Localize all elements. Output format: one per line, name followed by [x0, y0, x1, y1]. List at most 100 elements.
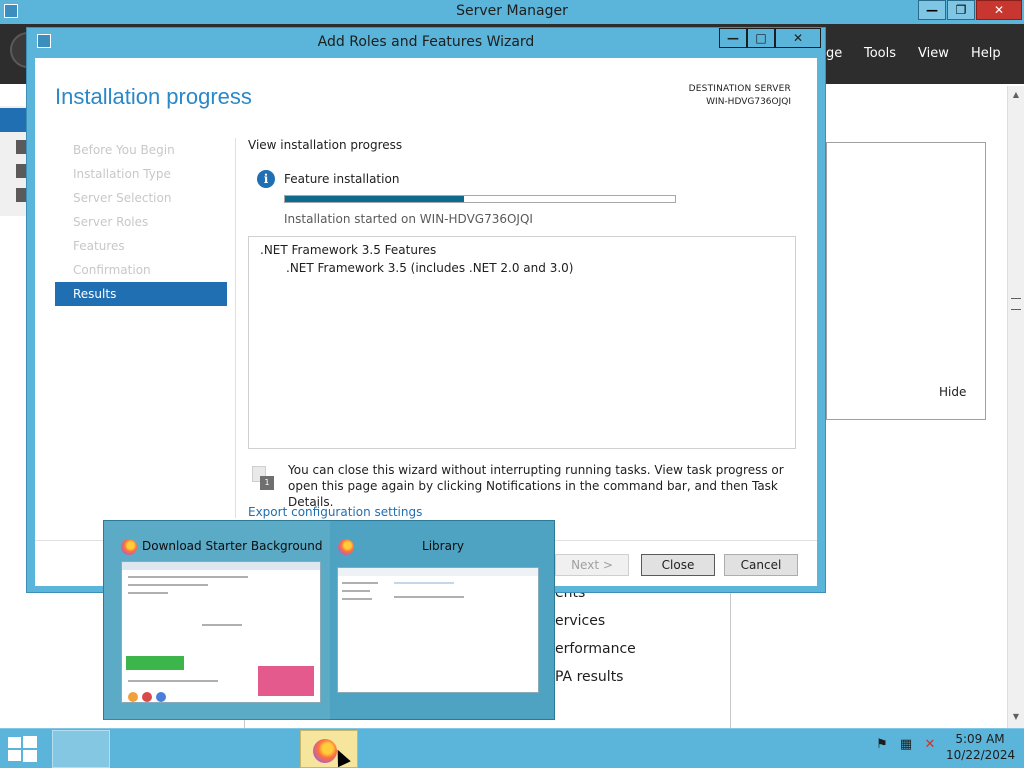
- add-roles-wizard-window: Add Roles and Features Wizard — □ ✕ Inst…: [26, 27, 826, 593]
- welcome-panel: Hide: [826, 142, 986, 420]
- file-services-nav-icon[interactable]: [16, 188, 26, 202]
- mini-line: [202, 624, 242, 626]
- next-button[interactable]: Next >: [555, 554, 629, 576]
- notification-flag-icon: 1: [252, 466, 274, 490]
- mini-line: [128, 680, 218, 682]
- windows-start-icon[interactable]: [8, 736, 38, 762]
- step-features: Features: [73, 239, 125, 253]
- wizard-titlebar[interactable]: Add Roles and Features Wizard — □ ✕: [27, 28, 825, 58]
- step-results[interactable]: Results: [55, 282, 227, 306]
- menu-manage[interactable]: ge: [826, 46, 842, 61]
- info-icon: i: [257, 170, 275, 188]
- step-installation-type: Installation Type: [73, 167, 171, 181]
- feature-installation-label: Feature installation: [284, 172, 400, 186]
- start-logo-pane: [23, 736, 37, 748]
- wizard-minimize-icon[interactable]: —: [719, 28, 747, 48]
- wizard-maximize-icon[interactable]: □: [747, 28, 775, 48]
- mini-circle: [156, 692, 166, 702]
- step-server-roles: Server Roles: [73, 215, 149, 229]
- menu-tools[interactable]: Tools: [864, 46, 896, 61]
- mini-tabbar: [122, 562, 320, 570]
- tile-item-performance[interactable]: erformance: [555, 641, 636, 657]
- start-logo-pane: [8, 750, 21, 761]
- server-manager-taskbar-icon[interactable]: [52, 730, 110, 768]
- restore-icon[interactable]: ❐: [947, 0, 975, 20]
- server-manager-scrollbar[interactable]: ▲ ▼: [1007, 86, 1024, 728]
- thumbnail-preview-image: [337, 567, 539, 693]
- installation-started-text: Installation started on WIN-HDVG736OJQI: [284, 212, 533, 226]
- mini-circle: [128, 692, 138, 702]
- server-manager-titlebar: Server Manager — ❐ ✕: [0, 0, 1024, 24]
- thumbnail-title: Download Starter Background C...: [142, 539, 324, 553]
- tile-item-bpa-results[interactable]: PA results: [555, 669, 623, 685]
- step-confirmation: Confirmation: [73, 263, 151, 277]
- server-manager-title: Server Manager: [456, 3, 568, 19]
- wizard-divider: [235, 138, 236, 518]
- clock-time[interactable]: 5:09 AM: [946, 732, 1014, 746]
- network-icon[interactable]: ▦: [898, 737, 914, 753]
- volume-muted-icon[interactable]: ✕: [922, 737, 938, 753]
- scroll-thumb[interactable]: [1011, 298, 1021, 310]
- mini-line: [394, 582, 454, 584]
- start-logo-pane: [23, 750, 37, 762]
- results-feature-child: .NET Framework 3.5 (includes .NET 2.0 an…: [286, 261, 574, 275]
- installation-progress-fill: [285, 196, 465, 202]
- mini-pink-popup: [258, 666, 314, 696]
- installation-progress-bar: [284, 195, 676, 203]
- close-button[interactable]: Close: [641, 554, 715, 576]
- all-servers-nav-icon[interactable]: [16, 164, 26, 178]
- setup-taskbar-icon[interactable]: [238, 730, 296, 768]
- tile-divider: [730, 592, 731, 728]
- clock-date[interactable]: 10/22/2024: [946, 748, 1015, 762]
- file-explorer-taskbar-icon[interactable]: [176, 730, 234, 768]
- results-feature-parent: .NET Framework 3.5 Features: [260, 243, 437, 257]
- minimize-icon[interactable]: —: [918, 0, 946, 20]
- mini-line: [128, 576, 248, 578]
- server-manager-nav: [0, 106, 26, 216]
- results-list: .NET Framework 3.5 Features .NET Framewo…: [248, 236, 796, 449]
- action-center-flag-icon[interactable]: ⚑: [874, 737, 890, 753]
- mini-green-block: [126, 656, 184, 670]
- page-title: Installation progress: [55, 84, 252, 109]
- destination-server-name: WIN-HDVG736OJQI: [706, 97, 791, 107]
- export-configuration-link[interactable]: Export configuration settings: [248, 505, 422, 519]
- local-server-nav-icon[interactable]: [16, 140, 26, 154]
- wizard-note: You can close this wizard without interr…: [288, 463, 784, 509]
- tile-item-services[interactable]: ervices: [555, 613, 605, 629]
- wizard-close-icon[interactable]: ✕: [775, 28, 821, 48]
- wizard-body: Installation progress DESTINATION SERVER…: [35, 58, 817, 586]
- thumbnail-preview-image: [121, 561, 321, 703]
- mini-line: [342, 598, 372, 600]
- wizard-title: Add Roles and Features Wizard: [317, 34, 535, 50]
- step-before-you-begin: Before You Begin: [73, 143, 175, 157]
- thumbnail-download-starter[interactable]: Download Starter Background C...: [104, 521, 330, 721]
- start-logo-pane: [8, 737, 21, 748]
- mini-circle: [142, 692, 152, 702]
- cancel-button[interactable]: Cancel: [724, 554, 798, 576]
- taskbar: ⚑ ▦ ✕: [0, 728, 1024, 768]
- mini-line: [342, 582, 378, 584]
- close-icon[interactable]: ✕: [976, 0, 1022, 20]
- mini-line: [128, 584, 208, 586]
- step-server-selection: Server Selection: [73, 191, 172, 205]
- thumbnail-title: Library: [422, 539, 464, 553]
- mini-toolbar: [338, 568, 538, 576]
- mini-line: [394, 596, 464, 598]
- view-progress-label: View installation progress: [248, 138, 403, 152]
- taskbar-thumbnail-preview: Download Starter Background C... Library: [103, 520, 556, 721]
- flag-badge: 1: [260, 476, 274, 490]
- firefox-taskbar-icon[interactable]: [300, 730, 358, 768]
- hide-link[interactable]: Hide: [939, 385, 966, 399]
- powershell-taskbar-icon[interactable]: [114, 730, 172, 768]
- mini-line: [342, 590, 370, 592]
- firefox-icon: [121, 539, 137, 555]
- scroll-down-icon[interactable]: ▼: [1011, 712, 1021, 722]
- scroll-up-icon[interactable]: ▲: [1011, 90, 1021, 100]
- dashboard-nav-icon[interactable]: [0, 108, 26, 132]
- thumbnail-library[interactable]: Library: [330, 521, 556, 721]
- destination-server-label: DESTINATION SERVER: [688, 84, 791, 94]
- mini-line: [128, 592, 168, 594]
- menu-view[interactable]: View: [918, 46, 949, 61]
- wizard-steps: Before You Begin Installation Type Serve…: [55, 138, 227, 306]
- menu-help[interactable]: Help: [971, 46, 1001, 61]
